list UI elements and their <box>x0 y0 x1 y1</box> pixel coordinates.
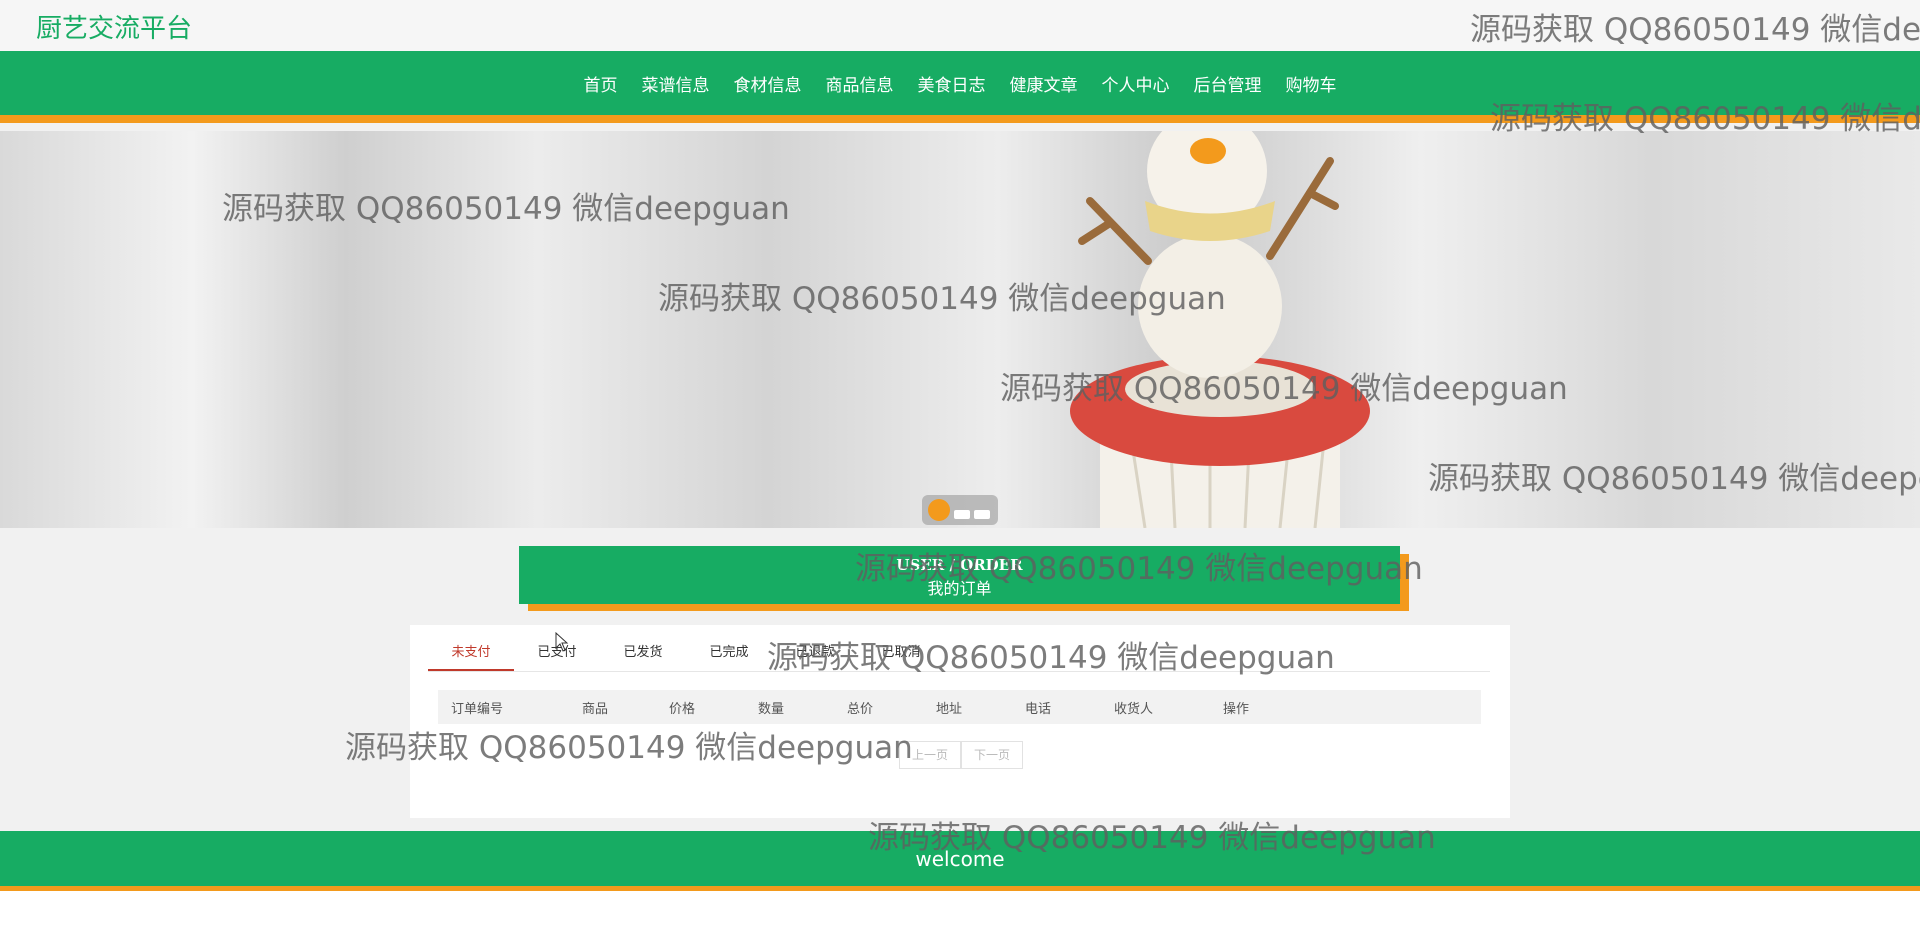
pagination: 上一页 下一页 <box>899 741 1024 769</box>
nav-list: 首页 菜谱信息 食材信息 商品信息 美食日志 健康文章 个人中心 后台管理 购物… <box>0 51 1920 115</box>
section-title-cn: 我的订单 <box>927 579 992 598</box>
section-header: USER / ORDER 我的订单 <box>519 546 1400 604</box>
tab-cancelled[interactable]: 已取消 <box>858 635 944 671</box>
orders-panel: 未支付 已支付 已发货 已完成 已退款 已取消 订单编号 商品 价格 数量 总价… <box>410 625 1510 818</box>
banner-image <box>1070 131 1370 528</box>
carousel-dot-3[interactable] <box>974 509 990 519</box>
col-price: 价格 <box>669 701 696 717</box>
nav-item-ingredients[interactable]: 食材信息 <box>734 71 802 96</box>
next-page-button[interactable]: 下一页 <box>961 741 1024 769</box>
orders-table-header: 订单编号 商品 价格 数量 总价 地址 电话 收货人 操作 <box>438 690 1481 724</box>
tab-refunded[interactable]: 已退款 <box>772 635 858 671</box>
col-order-number: 订单编号 <box>451 701 504 717</box>
page-bottom <box>0 891 1920 932</box>
carousel-dot-2[interactable] <box>954 509 970 519</box>
order-status-tabs: 未支付 已支付 已发货 已完成 已退款 已取消 <box>428 635 1490 672</box>
nav-item-health-articles[interactable]: 健康文章 <box>1010 71 1078 96</box>
prev-page-button[interactable]: 上一页 <box>899 741 962 769</box>
col-total: 总价 <box>847 701 874 717</box>
nav-item-cart[interactable]: 购物车 <box>1286 71 1337 96</box>
col-quantity: 数量 <box>758 701 785 717</box>
tab-shipped[interactable]: 已发货 <box>600 635 686 671</box>
nav-item-personal-center[interactable]: 个人中心 <box>1102 71 1170 96</box>
col-address: 地址 <box>936 701 963 717</box>
main-nav: 首页 菜谱信息 食材信息 商品信息 美食日志 健康文章 个人中心 后台管理 购物… <box>0 51 1920 123</box>
footer-welcome: welcome <box>915 847 1005 871</box>
col-receiver: 收货人 <box>1114 701 1154 717</box>
col-phone: 电话 <box>1025 701 1052 717</box>
col-actions: 操作 <box>1223 701 1250 717</box>
nav-item-admin[interactable]: 后台管理 <box>1194 71 1262 96</box>
tab-completed[interactable]: 已完成 <box>686 635 772 671</box>
carousel-indicators <box>922 495 998 525</box>
footer: welcome <box>0 831 1920 891</box>
col-product: 商品 <box>582 701 609 717</box>
mouse-cursor-icon <box>555 632 569 652</box>
carousel-dot-1[interactable] <box>928 499 950 521</box>
site-title[interactable]: 厨艺交流平台 <box>36 8 192 45</box>
nav-item-food-diary[interactable]: 美食日志 <box>918 71 986 96</box>
nav-item-home[interactable]: 首页 <box>584 71 618 96</box>
nav-item-recipes[interactable]: 菜谱信息 <box>642 71 710 96</box>
top-bar: 厨艺交流平台 <box>0 0 1920 51</box>
section-title-en: USER / ORDER <box>896 556 1023 574</box>
banner-carousel[interactable] <box>0 131 1920 528</box>
tab-unpaid[interactable]: 未支付 <box>428 635 514 671</box>
nav-item-products[interactable]: 商品信息 <box>826 71 894 96</box>
